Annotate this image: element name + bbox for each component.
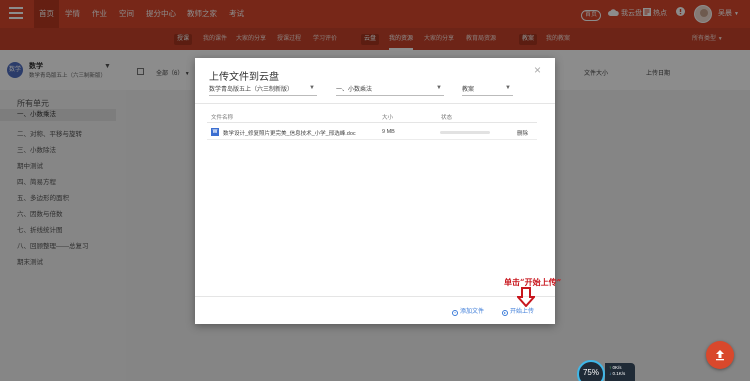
upload-fab-button[interactable] bbox=[706, 341, 734, 369]
type-select[interactable]: 教案 ▼ bbox=[462, 84, 513, 96]
col-file-name: 文件名称 bbox=[211, 115, 234, 121]
unit-select[interactable]: 一、小数乘法 ▼ bbox=[336, 84, 444, 96]
play-icon: ▸ bbox=[502, 310, 508, 316]
divider bbox=[195, 296, 555, 297]
upload-progress-bar bbox=[440, 131, 490, 134]
plus-icon: + bbox=[452, 310, 458, 316]
type-select-value: 教案 bbox=[462, 87, 475, 93]
start-upload-button[interactable]: ▸ 开始上传 bbox=[502, 306, 534, 316]
network-speed-widget[interactable]: 75% ↑ 0K/s ↓ 0.1K/s bbox=[577, 360, 637, 381]
col-status: 状态 bbox=[441, 115, 453, 121]
dialog-title: 上传文件到云盘 bbox=[209, 72, 279, 83]
word-doc-icon: W bbox=[211, 128, 219, 136]
chevron-down-icon: ▼ bbox=[505, 85, 511, 91]
speed-percent: 75% bbox=[577, 360, 605, 381]
close-icon[interactable]: × bbox=[534, 63, 541, 77]
file-size: 9 MB bbox=[382, 129, 395, 135]
upload-icon bbox=[716, 350, 724, 361]
add-file-button[interactable]: + 添加文件 bbox=[452, 306, 484, 316]
textbook-select[interactable]: 数学青岛版五上（六三制新版） ▼ bbox=[209, 84, 317, 96]
upload-dialog: 上传文件到云盘 × 数学青岛版五上（六三制新版） ▼ 一、小数乘法 ▼ 教案 ▼… bbox=[195, 58, 555, 324]
start-upload-label: 开始上传 bbox=[510, 309, 535, 315]
delete-file-link[interactable]: 删除 bbox=[517, 129, 528, 137]
download-speed: ↓ 0.1K/s bbox=[609, 371, 626, 376]
speed-panel: ↑ 0K/s ↓ 0.1K/s bbox=[605, 363, 635, 381]
add-file-label: 添加文件 bbox=[460, 309, 485, 315]
divider bbox=[195, 103, 555, 104]
file-row: W 数学设计_修复照片更完美_信息技术_小学_邢选峰.doc 9 MB 删除 bbox=[207, 125, 537, 140]
unit-select-value: 一、小数乘法 bbox=[336, 87, 373, 93]
col-size: 大小 bbox=[382, 115, 394, 121]
file-name: 数学设计_修复照片更完美_信息技术_小学_邢选峰.doc bbox=[223, 131, 356, 137]
textbook-select-value: 数学青岛版五上（六三制新版） bbox=[209, 87, 294, 93]
arrow-down-icon bbox=[517, 287, 535, 307]
divider bbox=[207, 122, 537, 123]
chevron-down-icon: ▼ bbox=[436, 85, 442, 91]
chevron-down-icon: ▼ bbox=[309, 85, 315, 91]
